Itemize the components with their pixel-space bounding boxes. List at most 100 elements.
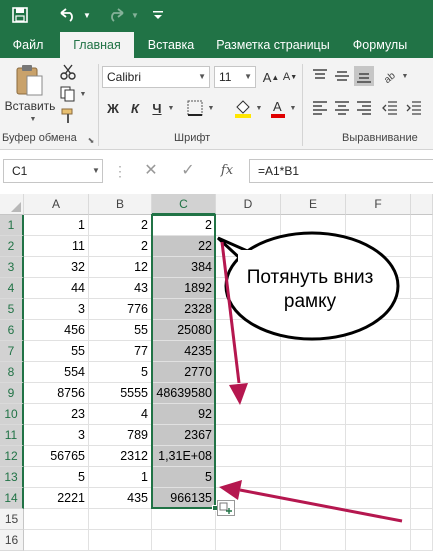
- paste-button[interactable]: Вставить: [2, 98, 58, 114]
- cell-b12[interactable]: 2312: [89, 446, 152, 467]
- font-size-dropdown[interactable]: 11 ▼: [214, 66, 256, 88]
- tab-file[interactable]: Файл: [0, 32, 56, 58]
- cell-f1[interactable]: [346, 215, 411, 236]
- align-top-icon[interactable]: [310, 66, 330, 86]
- cell-d10[interactable]: [216, 404, 281, 425]
- cell-a1[interactable]: 1: [24, 215, 89, 236]
- row-header-11[interactable]: 11: [0, 425, 24, 446]
- cell-c6[interactable]: 25080: [152, 320, 216, 341]
- row-header-8[interactable]: 8: [0, 362, 24, 383]
- worksheet-grid[interactable]: ABCDEF 1 1 2 2 2 11 2 22 3 32 12 384 4 44 43 1892 5 3 776 2…: [0, 194, 433, 551]
- align-center-icon[interactable]: [332, 98, 352, 118]
- cell-g16[interactable]: [411, 530, 433, 551]
- cell-e15[interactable]: [281, 509, 346, 530]
- cell-b3[interactable]: 12: [89, 257, 152, 278]
- cell-b9[interactable]: 5555: [89, 383, 152, 404]
- cell-a13[interactable]: 5: [24, 467, 89, 488]
- cell-d6[interactable]: [216, 320, 281, 341]
- row-header-4[interactable]: 4: [0, 278, 24, 299]
- cell-g9[interactable]: [411, 383, 433, 404]
- name-box-dropdown-icon[interactable]: ▼: [90, 159, 102, 183]
- tab-page-layout[interactable]: Разметка страницы: [208, 32, 338, 58]
- tab-home[interactable]: Главная: [60, 32, 134, 58]
- formula-input[interactable]: =A1*B1: [249, 159, 433, 183]
- cell-a4[interactable]: 44: [24, 278, 89, 299]
- borders-icon[interactable]: [184, 98, 206, 118]
- cell-c10[interactable]: 92: [152, 404, 216, 425]
- save-icon[interactable]: [8, 3, 32, 27]
- cell-b8[interactable]: 5: [89, 362, 152, 383]
- cell-g5[interactable]: [411, 299, 433, 320]
- paste-dropdown-icon[interactable]: ▼: [28, 114, 38, 124]
- decrease-font-icon[interactable]: A ▼: [282, 66, 298, 88]
- cell-d2[interactable]: [216, 236, 281, 257]
- row-header-1[interactable]: 1: [0, 215, 24, 236]
- decrease-indent-icon[interactable]: [380, 98, 400, 118]
- cell-a8[interactable]: 554: [24, 362, 89, 383]
- underline-dropdown-icon[interactable]: ▼: [166, 102, 176, 114]
- cell-g2[interactable]: [411, 236, 433, 257]
- autofill-options-icon[interactable]: [217, 500, 235, 516]
- copy-dropdown-icon[interactable]: ▼: [78, 88, 88, 100]
- enter-icon[interactable]: ✓: [170, 159, 206, 183]
- cell-a2[interactable]: 11: [24, 236, 89, 257]
- cell-f13[interactable]: [346, 467, 411, 488]
- cell-c3[interactable]: 384: [152, 257, 216, 278]
- copy-icon[interactable]: [58, 84, 78, 104]
- cell-c15[interactable]: [152, 509, 216, 530]
- cell-a14[interactable]: 2221: [24, 488, 89, 509]
- cell-b16[interactable]: [89, 530, 152, 551]
- cell-g1[interactable]: [411, 215, 433, 236]
- cell-e11[interactable]: [281, 425, 346, 446]
- font-color-dropdown-icon[interactable]: ▼: [288, 102, 298, 114]
- cell-g15[interactable]: [411, 509, 433, 530]
- bold-button[interactable]: Ж: [104, 98, 122, 118]
- undo-dropdown-icon[interactable]: ▼: [80, 3, 94, 27]
- row-header-10[interactable]: 10: [0, 404, 24, 425]
- insert-function-icon[interactable]: fx: [212, 159, 242, 183]
- fill-color-icon[interactable]: [232, 96, 254, 120]
- cell-e14[interactable]: [281, 488, 346, 509]
- increase-indent-icon[interactable]: [404, 98, 424, 118]
- orientation-icon[interactable]: ab: [380, 66, 400, 86]
- tab-insert[interactable]: Вставка: [140, 32, 202, 58]
- cell-e6[interactable]: [281, 320, 346, 341]
- cell-c14[interactable]: 966135: [152, 488, 216, 509]
- cell-c12[interactable]: 1,31E+08: [152, 446, 216, 467]
- cell-b7[interactable]: 77: [89, 341, 152, 362]
- cell-e8[interactable]: [281, 362, 346, 383]
- cell-a16[interactable]: [24, 530, 89, 551]
- cell-c8[interactable]: 2770: [152, 362, 216, 383]
- cell-b13[interactable]: 1: [89, 467, 152, 488]
- row-header-6[interactable]: 6: [0, 320, 24, 341]
- clipboard-launcher-icon[interactable]: ⬊: [86, 135, 96, 145]
- cell-g11[interactable]: [411, 425, 433, 446]
- row-header-13[interactable]: 13: [0, 467, 24, 488]
- cell-e10[interactable]: [281, 404, 346, 425]
- cell-e9[interactable]: [281, 383, 346, 404]
- cell-e7[interactable]: [281, 341, 346, 362]
- cell-d1[interactable]: [216, 215, 281, 236]
- cell-c9[interactable]: 48639580: [152, 383, 216, 404]
- align-right-icon[interactable]: [354, 98, 374, 118]
- cell-d8[interactable]: [216, 362, 281, 383]
- increase-font-icon[interactable]: A ▲: [262, 66, 280, 88]
- cell-g12[interactable]: [411, 446, 433, 467]
- cell-b10[interactable]: 4: [89, 404, 152, 425]
- cell-a15[interactable]: [24, 509, 89, 530]
- cell-b4[interactable]: 43: [89, 278, 152, 299]
- borders-dropdown-icon[interactable]: ▼: [206, 102, 216, 114]
- column-header-f[interactable]: F: [346, 194, 411, 215]
- cell-c13[interactable]: 5: [152, 467, 216, 488]
- cell-f10[interactable]: [346, 404, 411, 425]
- cell-f12[interactable]: [346, 446, 411, 467]
- row-header-14[interactable]: 14: [0, 488, 24, 509]
- cell-b15[interactable]: [89, 509, 152, 530]
- column-header-c[interactable]: C: [152, 194, 216, 215]
- cell-f11[interactable]: [346, 425, 411, 446]
- cell-d12[interactable]: [216, 446, 281, 467]
- cell-e1[interactable]: [281, 215, 346, 236]
- row-header-16[interactable]: 16: [0, 530, 24, 551]
- cell-a6[interactable]: 456: [24, 320, 89, 341]
- cell-a12[interactable]: 56765: [24, 446, 89, 467]
